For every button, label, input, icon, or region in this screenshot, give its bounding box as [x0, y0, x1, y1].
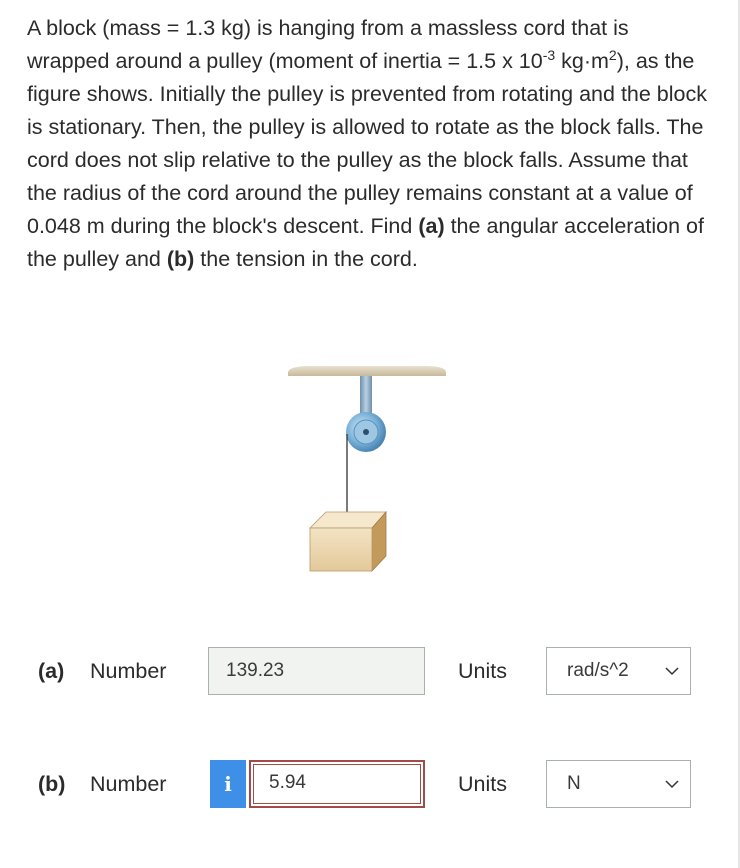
info-icon[interactable]: i [210, 760, 246, 808]
question-segment: A block (mass = 1.3 kg) is hanging from … [27, 16, 629, 73]
question-segment: the tension in the cord. [194, 247, 418, 271]
block-icon [309, 510, 387, 573]
question-text: A block (mass = 1.3 kg) is hanging from … [27, 12, 717, 276]
units-a-value: rad/s^2 [567, 660, 629, 681]
units-label: Units [458, 659, 507, 683]
answer-row-a: (a) Number 139.23 Units rad/s^2 [0, 646, 740, 696]
question-segment: kg·m [555, 49, 609, 73]
units-a-select[interactable]: rad/s^2 [546, 647, 691, 695]
pulley-icon [346, 412, 386, 452]
exponent: 2 [608, 46, 617, 63]
units-b-select[interactable]: N [546, 760, 691, 808]
part-b-label: (b) [38, 772, 66, 796]
ceiling-icon [288, 366, 446, 376]
part-a-marker: (a) [418, 214, 445, 238]
number-label: Number [90, 772, 167, 796]
answer-b-input[interactable]: 5.94 [249, 760, 425, 808]
exponent: -3 [542, 46, 556, 63]
question-segment: ), as the figure shows. Initially the pu… [27, 49, 708, 238]
units-label: Units [458, 772, 507, 796]
answer-row-b: (b) Number i 5.94 Units N [0, 759, 740, 809]
part-b-marker: (b) [166, 247, 195, 271]
pulley-figure [288, 366, 446, 573]
units-b-value: N [567, 773, 581, 794]
answer-a-input[interactable]: 139.23 [208, 647, 425, 695]
part-a-label: (a) [38, 659, 65, 683]
chevron-down-icon [665, 667, 679, 676]
chevron-down-icon [665, 780, 679, 789]
number-label: Number [90, 659, 167, 683]
